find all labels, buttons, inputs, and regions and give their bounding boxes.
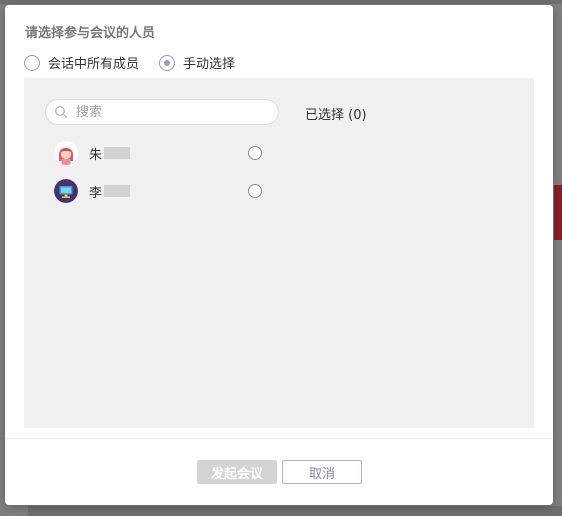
list-item[interactable]: 朱 <box>54 140 266 166</box>
member-selection-panel: 已选择 (0) 朱 <box>24 78 534 428</box>
cancel-button[interactable]: 取消 <box>282 460 362 484</box>
redacted-name-block <box>104 147 131 159</box>
footer-divider <box>5 438 553 439</box>
redacted-name-block <box>104 185 131 197</box>
background-top-strip <box>0 0 562 4</box>
list-item[interactable]: 李 <box>54 178 266 204</box>
radio-checked-icon[interactable] <box>159 54 176 71</box>
avatar-monitor-icon <box>54 179 78 203</box>
mode-option-all-members[interactable]: 会话中所有成员 <box>24 53 139 72</box>
member-name: 朱 <box>89 144 131 163</box>
search-icon <box>55 106 68 119</box>
member-name: 李 <box>89 182 131 201</box>
selection-mode-group: 会话中所有成员 手动选择 <box>24 53 255 72</box>
background-banner-fragment <box>554 185 562 240</box>
member-select-radio[interactable] <box>248 184 262 198</box>
dialog-title: 请选择参与会议的人员 <box>25 26 156 41</box>
background-bottom-strip <box>28 506 562 516</box>
mode-option-manual[interactable]: 手动选择 <box>159 53 235 72</box>
mode-option-label: 会话中所有成员 <box>48 57 140 72</box>
start-meeting-button[interactable]: 发起会议 <box>197 460 277 484</box>
mode-option-label: 手动选择 <box>183 57 236 72</box>
member-name-text: 朱 <box>89 147 103 163</box>
member-select-radio[interactable] <box>248 146 262 160</box>
search-input[interactable] <box>74 103 268 121</box>
search-box[interactable] <box>45 99 279 125</box>
avatar-red-hair-girl-icon <box>54 141 78 165</box>
member-name-text: 李 <box>89 185 103 201</box>
selected-count-label: 已选择 (0) <box>305 108 367 123</box>
radio-unchecked-icon[interactable] <box>24 54 40 71</box>
select-participants-dialog: 请选择参与会议的人员 会话中所有成员 手动选择 已选择 (0) <box>5 5 553 505</box>
